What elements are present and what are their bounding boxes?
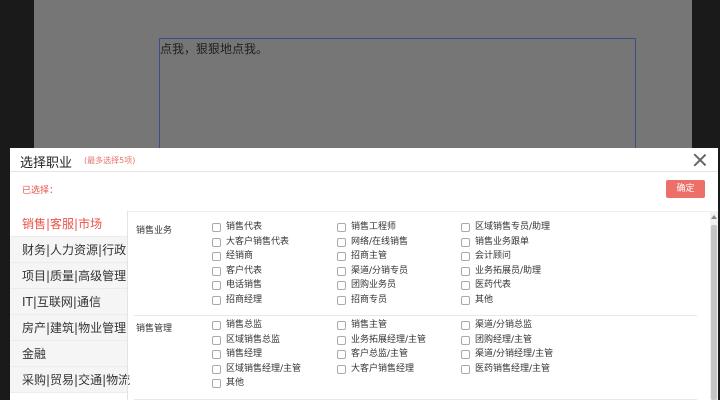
option-checkbox[interactable] [337,281,346,290]
option-checkbox[interactable] [212,350,221,359]
option-label: 区域销售总监 [226,334,281,345]
option-label: 渠道/分销总监 [475,320,533,330]
option-checkbox[interactable] [337,266,346,276]
option-checkbox[interactable] [337,321,346,330]
option-checkbox[interactable] [212,237,221,247]
option-checkbox[interactable] [461,364,470,374]
option-label: 销售业务跟单 [475,236,530,247]
option-checkbox[interactable] [461,350,470,359]
option-checkbox[interactable] [337,335,346,345]
option-checkbox[interactable] [212,252,221,261]
option-label: 招商主管 [351,251,388,261]
selected-label: 已选择： [22,186,59,196]
option-checkbox[interactable] [461,295,470,305]
option-checkbox[interactable] [461,252,470,261]
option-checkbox[interactable] [212,364,221,374]
option-checkbox[interactable] [461,281,470,290]
option-label: 销售总监 [226,320,263,330]
option-label: 销售经理 [226,349,263,359]
option-checkbox[interactable] [212,295,221,305]
option-checkbox[interactable] [461,266,470,276]
option-label: 销售代表 [226,222,263,232]
option-label: 业务拓展员/助理 [475,265,542,276]
click-target-box[interactable]: 点我，狠狠地点我。 [159,38,636,150]
scrollbar[interactable] [710,211,718,400]
dialog-header: 选择职业 (最多选择5项) [10,148,718,172]
sidebar-item[interactable]: 采购|贸易|交通|物流 [10,367,130,393]
option-checkbox[interactable] [337,223,346,232]
option-checkbox[interactable] [212,223,221,232]
option-checkbox[interactable] [461,223,470,232]
option-label: 销售工程师 [351,222,397,232]
occupation-dialog: 选择职业 (最多选择5项) 已选择： 确定 销售|客服|市场 财务|人力资源|行政… [10,148,718,400]
option-label: 医药销售经理/主管 [475,363,551,374]
option-label: 客户总监/主管 [351,349,409,359]
sidebar-item[interactable]: IT|互联网|通信 [10,289,127,315]
option-label: 招商专员 [351,294,388,305]
option-checkbox[interactable] [212,321,221,330]
options-panel: 销售业务 销售代表 销售工程师 区域销售专员/助理大客户销售代表 网络/在线销售 销售业务… [127,211,701,400]
option-label: 其他 [475,294,494,305]
option-label: 其他 [226,378,245,388]
close-icon[interactable] [691,151,709,169]
option-checkbox[interactable] [337,295,346,305]
confirm-button[interactable]: 确定 [666,180,705,198]
option-checkbox[interactable] [212,281,221,290]
dialog-hint: (最多选择5项) [84,156,136,165]
option-label: 区域销售经理/主管 [226,363,302,374]
option-label: 客户代表 [226,265,263,276]
dialog-title: 选择职业 [20,156,73,171]
group-title: 销售管理 [136,324,173,334]
option-checkbox[interactable] [212,379,221,388]
scroll-thumb[interactable] [711,225,717,400]
category-sidebar: 销售|客服|市场 财务|人力资源|行政 项目|质量|高级管理 IT|互联网|通信 房产|… [10,211,130,400]
option-checkbox[interactable] [212,266,221,276]
option-checkbox[interactable] [461,335,470,345]
click-prompt-text: 点我，狠狠地点我。 [160,42,269,56]
option-label: 团购业务员 [351,280,397,290]
sidebar-item[interactable]: 房产|建筑|物业管理 [10,315,127,341]
group-divider [134,398,697,400]
group-title: 销售业务 [136,226,173,236]
scroll-up-icon[interactable] [711,215,717,219]
option-label: 大客户销售经理 [351,363,415,374]
option-label: 经销商 [226,251,254,261]
option-checkbox[interactable] [337,350,346,359]
option-checkbox[interactable] [337,237,346,247]
option-checkbox[interactable] [212,335,221,345]
group-divider [134,315,697,316]
sidebar-item[interactable]: 财务|人力资源|行政 [10,237,127,263]
option-label: 渠道/分销专员 [351,265,409,276]
option-checkbox[interactable] [337,364,346,374]
option-label: 业务拓展经理/主管 [351,334,427,345]
option-label: 会计顾问 [475,251,512,261]
option-label: 区域销售专员/助理 [475,222,551,232]
option-checkbox[interactable] [461,321,470,330]
sidebar-item[interactable]: 销售|客服|市场 [10,211,127,237]
option-checkbox[interactable] [337,252,346,261]
sidebar-item[interactable]: 项目|质量|高级管理 [10,263,127,289]
option-checkbox[interactable] [461,237,470,247]
option-label: 大客户销售代表 [226,236,290,247]
option-label: 招商经理 [226,294,263,305]
option-label: 电话销售 [226,280,263,290]
option-label: 销售主管 [351,320,388,330]
option-label: 渠道/分销经理/主管 [475,349,554,359]
option-label: 团购经理/主管 [475,334,533,345]
sidebar-item[interactable]: 金融 [10,341,127,367]
option-label: 医药代表 [475,280,512,290]
option-label: 网络/在线销售 [351,236,409,247]
